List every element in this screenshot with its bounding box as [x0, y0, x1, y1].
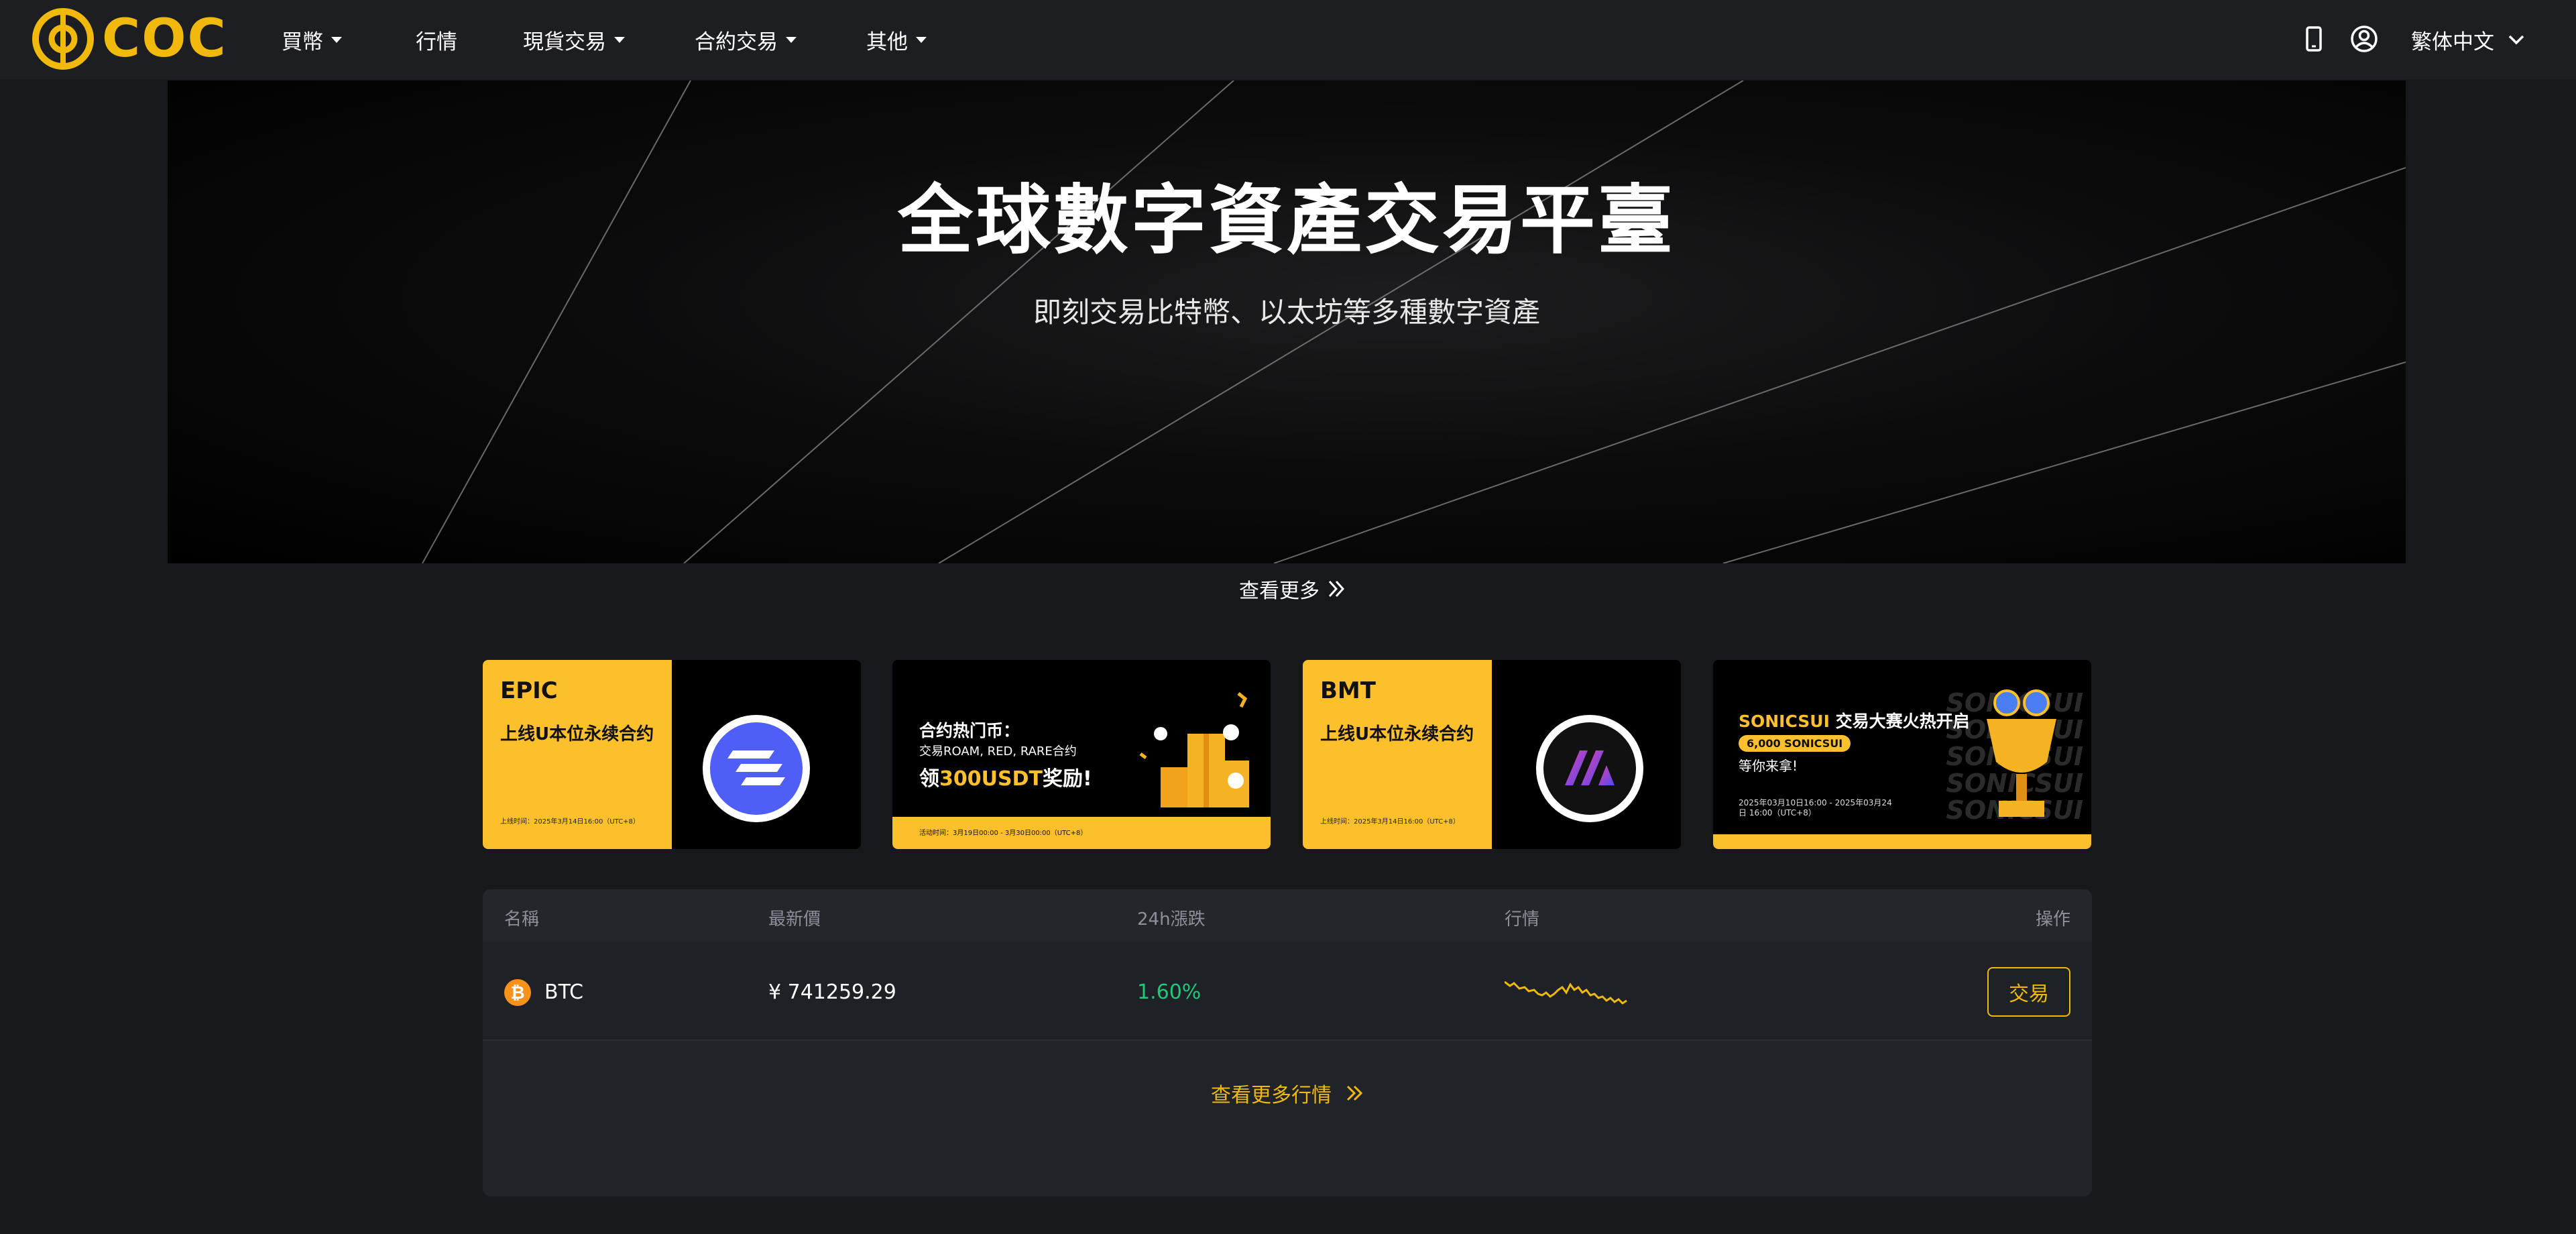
banner-title: SONICSUI 交易大赛火热开启: [1739, 712, 1970, 731]
banner-reward-pill: 6,000 SONICSUI: [1739, 735, 1851, 752]
promo-banner-bmt[interactable]: BMT 上线U本位永续合约 上线时间：2025年3月14日16:00（UTC+8…: [1303, 660, 1681, 849]
language-selector[interactable]: 繁体中文: [2411, 24, 2525, 55]
hero-subtitle: 即刻交易比特幣、以太坊等多種數字資產: [1033, 296, 1540, 329]
nav-contract-trading[interactable]: 合約交易: [695, 24, 797, 55]
coin-symbol: BTC: [544, 980, 584, 1004]
nav-label: 合約交易: [695, 30, 778, 54]
banner-coin-code: BMT: [1320, 677, 1376, 704]
banner-date: 上线时间：2025年3月14日16:00（UTC+8）: [1320, 818, 1460, 826]
bmt-coin-icon: [1543, 722, 1636, 815]
mobile-app-button[interactable]: [2305, 24, 2323, 56]
nav-label: 現貨交易: [523, 30, 606, 54]
banner-date: 上线时间：2025年3月14日16:00（UTC+8）: [500, 818, 640, 826]
caret-down-icon: [786, 36, 797, 43]
coin-change: 1.60%: [1137, 980, 1202, 1004]
hero-banner: 全球數字資產交易平臺 即刻交易比特幣、以太坊等多種數字資產: [168, 80, 2406, 563]
trade-button[interactable]: 交易: [1987, 967, 2070, 1017]
banner-coin-code: EPIC: [500, 677, 558, 704]
logo-text: COC: [102, 9, 227, 69]
banner-coin-badge: [703, 715, 810, 822]
btc-coin-icon: ₿: [504, 979, 531, 1006]
nav-label: 行情: [416, 30, 457, 54]
gift-boxes-illustration: [1139, 692, 1249, 807]
banner-reward-line: 领300USDT奖励!: [919, 767, 1092, 791]
coc-logo-icon: [32, 8, 94, 70]
banner-subtitle: 上线U本位永续合约: [500, 724, 654, 744]
col-change-header: 24h漲跌: [1137, 909, 1206, 930]
nav-other[interactable]: 其他: [866, 24, 927, 55]
nav-label: 買幣: [282, 30, 323, 54]
coin-price: ¥ 741259.29: [768, 980, 896, 1004]
banner-date: 活动时间：3月19日00:00 - 3月30日00:00（UTC+8）: [919, 830, 1088, 837]
promo-banner-hot-contracts[interactable]: 合约热门币： 交易ROAM, RED, RARE合约 领300USDT奖励! 活…: [892, 660, 1271, 849]
mobile-icon: [2306, 26, 2322, 52]
epic-coin-icon: [710, 722, 803, 815]
top-nav-bar: COC 買幣 行情 現貨交易 合約交易 其他 繁体中文: [0, 0, 2576, 79]
logo[interactable]: COC: [31, 7, 227, 71]
chevron-down-icon: [2508, 35, 2524, 45]
see-more-label: 查看更多: [1239, 579, 1320, 603]
sparkline-chart: [1505, 980, 1627, 1005]
double-chevron-right-icon: [1328, 580, 1345, 598]
banner-subtitle: 上线U本位永续合约: [1320, 724, 1474, 744]
trophy-icon: [1987, 689, 2056, 817]
caret-down-icon: [614, 36, 625, 43]
hero-title: 全球數字資產交易平臺: [898, 177, 1676, 264]
caret-down-icon: [916, 36, 927, 43]
hero-see-more-link[interactable]: 查看更多: [1239, 574, 1346, 604]
caret-down-icon: [331, 36, 342, 43]
market-table: 名稱 最新價 24h漲跌 行情 操作 ₿ BTC ¥ 741259.29 1.6…: [483, 889, 2092, 1196]
market-see-more-link[interactable]: 查看更多行情: [483, 1078, 2092, 1108]
nav-market[interactable]: 行情: [416, 24, 457, 55]
banner-line2: 交易ROAM, RED, RARE合约: [919, 744, 1077, 759]
table-row[interactable]: ₿ BTC ¥ 741259.29 1.60% 交易: [483, 943, 2092, 1041]
banner-line1: 合约热门币：: [919, 721, 1020, 740]
user-icon: [2351, 25, 2378, 52]
banner-date: 2025年03月10日16:00 - 2025年03月24日 16:00（UTC…: [1739, 798, 1892, 818]
language-label: 繁体中文: [2411, 30, 2494, 54]
col-trend-header: 行情: [1505, 909, 1540, 930]
banner-coin-badge: [1536, 715, 1643, 822]
double-chevron-right-icon: [1346, 1085, 1363, 1101]
col-price-header: 最新價: [768, 909, 821, 930]
nav-spot-trading[interactable]: 現貨交易: [523, 24, 625, 55]
see-more-market-label: 查看更多行情: [1211, 1084, 1332, 1107]
market-table-header: 名稱 最新價 24h漲跌 行情 操作: [483, 889, 2092, 942]
col-name-header: 名稱: [504, 909, 540, 930]
promo-banner-epic[interactable]: EPIC 上线U本位永续合约 上线时间：2025年3月14日16:00（UTC+…: [483, 660, 861, 849]
col-action-header: 操作: [2035, 909, 2070, 930]
nav-label: 其他: [866, 30, 908, 54]
user-account-button[interactable]: [2349, 24, 2379, 56]
banner-line2: 等你来拿!: [1739, 758, 1798, 774]
promo-banner-sonicsui[interactable]: SONICSUI SONICSUI SONICSUI SONICSUI SONI…: [1713, 660, 2091, 849]
nav-buy-coin[interactable]: 買幣: [282, 24, 342, 55]
banner-yellow-strip: [1713, 834, 2091, 849]
